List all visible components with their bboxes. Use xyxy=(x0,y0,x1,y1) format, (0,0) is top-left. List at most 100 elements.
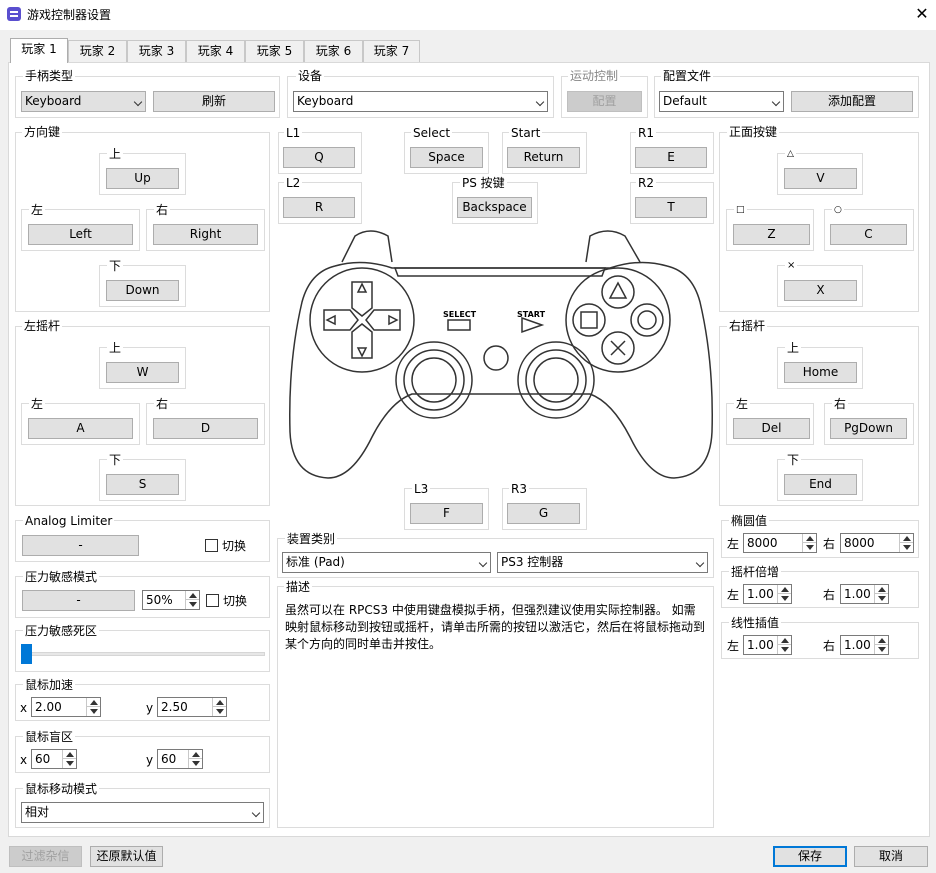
r1-button[interactable]: E xyxy=(635,147,707,168)
spin-arrows-icon[interactable] xyxy=(777,585,791,603)
save-button[interactable]: 保存 xyxy=(773,846,847,867)
l1-label: L1 xyxy=(284,126,303,140)
tab-player-3[interactable]: 玩家 3 xyxy=(127,40,186,62)
spin-arrows-icon[interactable] xyxy=(777,636,791,654)
restore-defaults-button[interactable]: 还原默认值 xyxy=(90,846,163,867)
dpad-right-label: 右 xyxy=(154,203,171,217)
lerp-right-label: 右 xyxy=(823,639,836,653)
device-class-type-value: 标准 (Pad) xyxy=(286,555,345,569)
left-stick-inner xyxy=(403,349,465,411)
rstick-right-button[interactable]: PgDown xyxy=(830,418,907,439)
mouse-deadzone-x-spinbox[interactable]: 60 xyxy=(31,749,77,769)
mouse-accel-y-spinbox[interactable]: 2.50 xyxy=(157,697,227,717)
analog-limiter-button[interactable]: - xyxy=(22,535,139,556)
square-button-shape xyxy=(572,303,606,337)
stick-mult-right-spinbox[interactable]: 1.00 xyxy=(840,584,889,604)
stick-mult-left-value: 1.00 xyxy=(747,587,774,601)
lstick-left-button[interactable]: A xyxy=(28,418,133,439)
filter-noise-button[interactable]: 过滤杂信 xyxy=(9,846,82,867)
face-square-button[interactable]: Z xyxy=(733,224,810,245)
device-class-model-combo[interactable]: PS3 控制器 xyxy=(497,552,708,573)
dpad-left-button[interactable]: Left xyxy=(28,224,133,245)
lerp-left-label: 左 xyxy=(727,639,740,653)
l1-button[interactable]: Q xyxy=(283,147,355,168)
pressure-mode-toggle-checkbox[interactable] xyxy=(206,594,219,607)
r1-label: R1 xyxy=(636,126,656,140)
face-title: 正面按键 xyxy=(727,125,780,139)
tab-player-2[interactable]: 玩家 2 xyxy=(68,40,127,62)
lerp-left-spinbox[interactable]: 1.00 xyxy=(743,635,792,655)
start-button-shape xyxy=(521,316,545,334)
analog-limiter-title: Analog Limiter xyxy=(23,514,115,528)
dpad-down-button[interactable]: Down xyxy=(106,280,179,301)
pressure-mode-button[interactable]: - xyxy=(22,590,135,611)
device-class-type-combo[interactable]: 标准 (Pad) xyxy=(282,552,491,573)
stick-mult-left-label: 左 xyxy=(727,588,740,602)
spin-arrows-icon[interactable] xyxy=(212,698,226,716)
spin-arrows-icon[interactable] xyxy=(62,750,76,768)
close-icon[interactable]: ✕ xyxy=(910,2,934,26)
rstick-left-button[interactable]: Del xyxy=(733,418,810,439)
mouse-deadzone-y-spinbox[interactable]: 60 xyxy=(157,749,203,769)
dpad-right-button[interactable]: Right xyxy=(153,224,258,245)
spin-arrows-icon[interactable] xyxy=(802,534,816,552)
select-button[interactable]: Space xyxy=(410,147,483,168)
analog-limiter-toggle-checkbox[interactable] xyxy=(205,539,218,552)
circle-icon: ○ xyxy=(832,203,844,217)
mouse-move-combo[interactable]: 相对 xyxy=(21,802,264,823)
pressure-deadzone-slider-thumb[interactable] xyxy=(21,644,32,664)
stick-mult-left-spinbox[interactable]: 1.00 xyxy=(743,584,792,604)
mouse-accel-x-label: x xyxy=(20,701,28,715)
ellipse-right-label: 右 xyxy=(823,537,836,551)
device-class-model-value: PS3 控制器 xyxy=(501,555,564,569)
dpad-up-button[interactable]: Up xyxy=(106,168,179,189)
spin-arrows-icon[interactable] xyxy=(874,636,888,654)
ellipse-left-spinbox[interactable]: 8000 xyxy=(743,533,817,553)
spin-arrows-icon[interactable] xyxy=(899,534,913,552)
rstick-down-button[interactable]: End xyxy=(784,474,857,495)
profile-combo[interactable]: Default xyxy=(659,91,784,112)
face-circle-button[interactable]: C xyxy=(830,224,907,245)
r3-button[interactable]: G xyxy=(507,503,580,524)
lstick-right-button[interactable]: D xyxy=(153,418,258,439)
lstick-down-label: 下 xyxy=(107,453,124,467)
triangle-icon xyxy=(608,281,628,299)
spin-arrows-icon[interactable] xyxy=(185,591,199,609)
handler-combo[interactable]: Keyboard xyxy=(21,91,146,112)
l2-button[interactable]: R xyxy=(283,197,355,218)
start-button[interactable]: Return xyxy=(507,147,580,168)
rstick-up-label: 上 xyxy=(785,341,802,355)
spin-arrows-icon[interactable] xyxy=(86,698,100,716)
spin-arrows-icon[interactable] xyxy=(188,750,202,768)
lstick-down-button[interactable]: S xyxy=(106,474,179,495)
add-profile-button[interactable]: 添加配置 xyxy=(791,91,913,112)
tab-player-1[interactable]: 玩家 1 xyxy=(10,38,68,63)
lstick-up-button[interactable]: W xyxy=(106,362,179,383)
pressure-deadzone-slider-track[interactable] xyxy=(21,652,265,656)
cancel-button[interactable]: 取消 xyxy=(854,846,928,867)
face-cross-button[interactable]: X xyxy=(784,280,857,301)
pressure-percent-spinbox[interactable]: 50% xyxy=(142,590,200,610)
refresh-button[interactable]: 刷新 xyxy=(153,91,275,112)
lerp-right-spinbox[interactable]: 1.00 xyxy=(840,635,889,655)
face-triangle-button[interactable]: V xyxy=(784,168,857,189)
rstick-up-button[interactable]: Home xyxy=(784,362,857,383)
ellipse-right-spinbox[interactable]: 8000 xyxy=(840,533,914,553)
tab-player-6[interactable]: 玩家 6 xyxy=(304,40,363,62)
tab-player-7[interactable]: 玩家 7 xyxy=(363,40,420,62)
motion-config-button[interactable]: 配置 xyxy=(567,91,642,112)
l3-button[interactable]: F xyxy=(410,503,483,524)
analog-limiter-toggle-label: 切换 xyxy=(222,539,247,553)
ps-button[interactable]: Backspace xyxy=(457,197,532,218)
stick-mult-right-label: 右 xyxy=(823,588,836,602)
device-combo[interactable]: Keyboard xyxy=(293,91,548,112)
mouse-deadzone-x-value: 60 xyxy=(35,752,51,766)
tab-player-4[interactable]: 玩家 4 xyxy=(186,40,245,62)
cross-icon: × xyxy=(785,259,798,273)
tab-player-5[interactable]: 玩家 5 xyxy=(245,40,304,62)
pressure-deadzone-title: 压力敏感死区 xyxy=(23,624,100,638)
mouse-accel-x-spinbox[interactable]: 2.00 xyxy=(31,697,101,717)
dpad-left-shape xyxy=(323,309,359,331)
r2-button[interactable]: T xyxy=(635,197,707,218)
spin-arrows-icon[interactable] xyxy=(874,585,888,603)
